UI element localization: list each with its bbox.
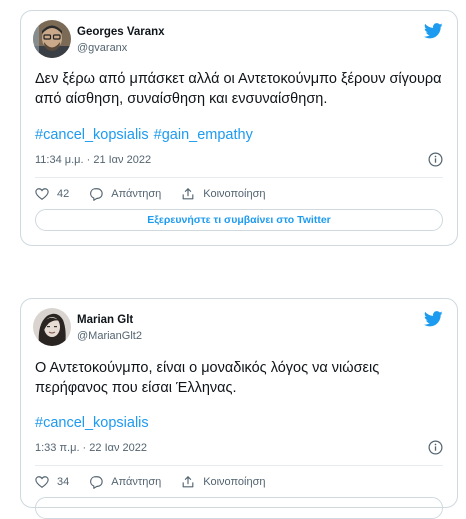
divider	[35, 465, 443, 466]
hashtags: #cancel_kopsialis	[35, 415, 154, 431]
tweet-timestamp[interactable]: 1:33 π.μ. · 22 Ιαν 2022	[35, 442, 147, 454]
like-count: 34	[57, 476, 70, 488]
hashtag-link[interactable]: #cancel_kopsialis	[35, 127, 149, 143]
twitter-bird-icon[interactable]	[424, 311, 443, 327]
tweet-card[interactable]: Georges Varanx @gvaranx Δεν ξέρω από μπά…	[20, 10, 458, 246]
share-button[interactable]: Κοινοποίηση	[181, 187, 266, 201]
tweet-text: Δεν ξέρω από μπάσκετ αλλά οι Αντετοκούνμ…	[35, 71, 442, 107]
author-name[interactable]: Marian Glt	[77, 314, 133, 326]
avatar[interactable]	[33, 308, 71, 346]
author-handle[interactable]: @gvaranx	[77, 42, 127, 54]
hashtag-link[interactable]: #gain_empathy	[154, 127, 253, 143]
speech-bubble-icon	[90, 476, 103, 489]
share-label: Κοινοποίηση	[203, 476, 266, 488]
share-button[interactable]: Κοινοποίηση	[181, 475, 266, 489]
share-label: Κοινοποίηση	[203, 188, 266, 200]
like-button[interactable]: 34	[35, 475, 69, 489]
like-button[interactable]: 42	[35, 187, 69, 201]
reply-label: Απάντηση	[111, 476, 162, 488]
tweet-text: Ο Αντετοκούνμπο, είναι ο μοναδικός λόγος…	[35, 360, 380, 396]
hashtags: #cancel_kopsialis #gain_empathy	[35, 127, 258, 143]
reply-button[interactable]: Απάντηση	[89, 187, 161, 201]
reply-label: Απάντηση	[111, 188, 162, 200]
share-icon	[182, 188, 194, 200]
share-icon	[182, 476, 194, 488]
speech-bubble-icon	[90, 188, 103, 201]
heart-icon	[35, 476, 49, 488]
like-count: 42	[57, 188, 70, 200]
divider	[35, 177, 443, 178]
twitter-bird-icon[interactable]	[424, 23, 443, 39]
hashtag-link[interactable]: #cancel_kopsialis	[35, 415, 149, 431]
info-icon[interactable]	[428, 152, 443, 167]
tweet-actions: 42 Απάντηση Κοινοποίηση	[35, 186, 286, 202]
tweet-actions: 34 Απάντηση Κοινοποίηση	[35, 474, 286, 490]
heart-icon	[35, 188, 49, 200]
reply-button[interactable]: Απάντηση	[89, 475, 161, 489]
tweet-timestamp[interactable]: 11:34 μ.μ. · 21 Ιαν 2022	[35, 154, 151, 166]
info-icon[interactable]	[428, 440, 443, 455]
author-handle[interactable]: @MarianGlt2	[77, 330, 142, 342]
tweet-card[interactable]: Marian Glt @MarianGlt2 Ο Αντετοκούνμπο, …	[20, 298, 458, 519]
explore-twitter-button[interactable]	[35, 497, 443, 519]
author-name[interactable]: Georges Varanx	[77, 26, 165, 38]
avatar[interactable]	[33, 20, 71, 58]
explore-twitter-button[interactable]: Εξερευνήστε τι συμβαίνει στο Twitter	[35, 209, 443, 231]
